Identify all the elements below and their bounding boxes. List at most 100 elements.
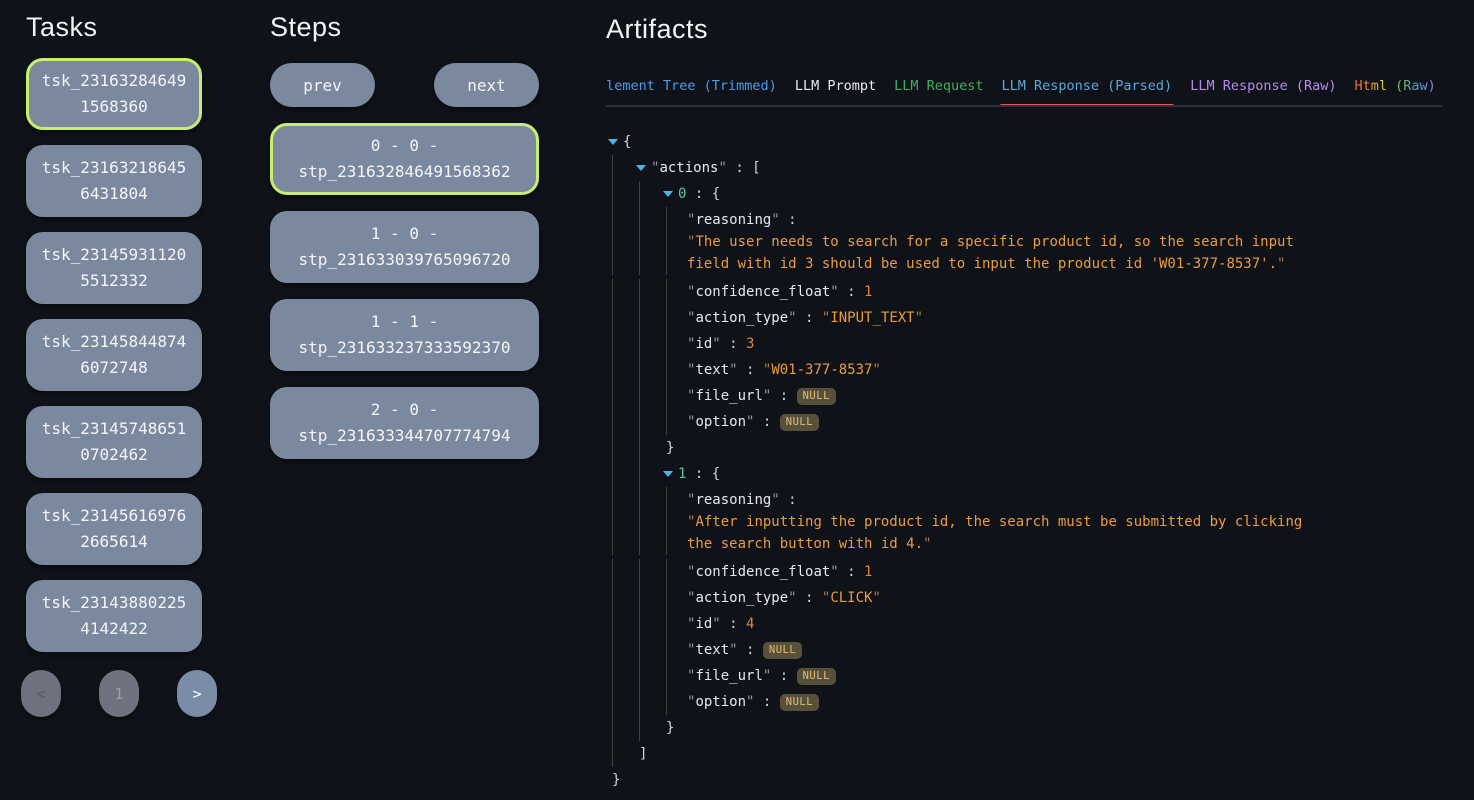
tab-llm-request[interactable]: LLM Request xyxy=(885,72,992,105)
indent-guide xyxy=(666,637,667,663)
json-line: "text" : NULL xyxy=(606,637,1442,663)
json-punctuation: : xyxy=(780,212,797,228)
json-number: 1 xyxy=(864,284,872,300)
null-badge: NULL xyxy=(797,668,836,685)
json-string: INPUT_TEXT xyxy=(830,310,914,326)
indent-guide xyxy=(666,409,667,435)
indent-guide xyxy=(639,637,640,663)
indent-guide xyxy=(666,511,667,555)
indent-guide xyxy=(639,181,640,207)
json-line: "file_url" : NULL xyxy=(606,383,1442,409)
indent-guide xyxy=(666,207,667,233)
tab-llm-response-raw[interactable]: LLM Response (Raw) xyxy=(1181,72,1345,105)
json-number: 4 xyxy=(746,616,754,632)
json-key: action_type xyxy=(695,590,788,606)
json-line: "action_type" : "INPUT_TEXT" xyxy=(606,305,1442,331)
task-button[interactable]: tsk_231458448746072748 xyxy=(26,319,202,391)
json-line: } xyxy=(606,715,1442,741)
indent-guide xyxy=(612,279,613,305)
pagination-prev-button[interactable]: < xyxy=(21,670,61,717)
collapse-toggle-icon[interactable] xyxy=(608,139,618,145)
task-button[interactable]: tsk_231632186456431804 xyxy=(26,145,202,217)
json-line: "option" : NULL xyxy=(606,689,1442,715)
tab-llm-prompt[interactable]: LLM Prompt xyxy=(786,72,885,105)
json-punctuation: { xyxy=(623,134,631,150)
step-button[interactable]: 2 - 0 - stp_231633344707774794 xyxy=(270,387,539,459)
indent-guide xyxy=(639,207,640,233)
indent-guide xyxy=(639,357,640,383)
collapse-toggle-icon[interactable] xyxy=(663,471,673,477)
json-key-quote: " xyxy=(788,310,796,326)
task-button[interactable]: tsk_231438802254142422 xyxy=(26,580,202,652)
json-key: option xyxy=(695,414,746,430)
null-badge: NULL xyxy=(780,414,819,431)
json-line: 1 : { xyxy=(606,461,1442,487)
indent-guide xyxy=(612,741,613,767)
task-button[interactable]: tsk_231459311205512332 xyxy=(26,232,202,304)
indent-guide xyxy=(612,357,613,383)
json-line: "confidence_float" : 1 xyxy=(606,279,1442,305)
indent-guide xyxy=(639,559,640,585)
tab-html-raw[interactable]: Html (Raw) xyxy=(1346,72,1443,105)
indent-guide xyxy=(612,637,613,663)
tab-llm-response-parsed[interactable]: LLM Response (Parsed) xyxy=(993,72,1182,105)
indent-guide xyxy=(666,585,667,611)
indent-guide xyxy=(639,305,640,331)
indent-guide xyxy=(639,487,640,513)
json-line: "file_url" : NULL xyxy=(606,663,1442,689)
tab-element-tree-trimmed[interactable]: Element Tree (Trimmed) xyxy=(606,72,786,105)
json-punctuation: ] xyxy=(639,746,647,762)
task-button[interactable]: tsk_231632846491568360 xyxy=(26,58,202,130)
indent-guide xyxy=(612,409,613,435)
json-string: W01-377-8537 xyxy=(771,362,872,378)
indent-guide xyxy=(612,181,613,207)
json-punctuation: } xyxy=(612,772,620,788)
indent-guide xyxy=(639,511,640,555)
json-key-quote: " xyxy=(712,616,720,632)
tasks-title: Tasks xyxy=(26,12,202,43)
prev-step-button[interactable]: prev xyxy=(270,63,375,107)
next-step-button[interactable]: next xyxy=(434,63,539,107)
indent-guide xyxy=(639,585,640,611)
step-button[interactable]: 1 - 0 - stp_231633039765096720 xyxy=(270,211,539,283)
json-line: "actions" : [ xyxy=(606,155,1442,181)
json-string-quote: " xyxy=(923,536,931,552)
indent-guide xyxy=(666,357,667,383)
indent-guide xyxy=(639,409,640,435)
step-button[interactable]: 0 - 0 - stp_231632846491568362 xyxy=(270,123,539,195)
step-button[interactable]: 1 - 1 - stp_231633237333592370 xyxy=(270,299,539,371)
json-string-quote: " xyxy=(915,310,923,326)
indent-guide xyxy=(666,689,667,715)
json-punctuation: : xyxy=(738,362,763,378)
json-string: After inputting the product id, the sear… xyxy=(687,514,1302,552)
json-line: "reasoning" : xyxy=(606,487,1442,513)
task-button[interactable]: tsk_231456169762665614 xyxy=(26,493,202,565)
json-key: id xyxy=(695,336,712,352)
indent-guide xyxy=(612,435,613,461)
indent-guide xyxy=(639,231,640,275)
indent-guide xyxy=(612,511,613,555)
indent-guide xyxy=(666,279,667,305)
collapse-toggle-icon[interactable] xyxy=(663,191,673,197)
tasks-pagination: < 1 > xyxy=(21,670,217,717)
indent-guide xyxy=(612,715,613,741)
json-punctuation: } xyxy=(666,720,674,736)
json-number: 1 xyxy=(864,564,872,580)
json-line: "id" : 4 xyxy=(606,611,1442,637)
indent-guide xyxy=(612,487,613,513)
pagination-next-button[interactable]: > xyxy=(177,670,217,717)
json-punctuation: : xyxy=(738,642,763,658)
indent-guide xyxy=(666,331,667,357)
tasks-panel: Tasks tsk_231632846491568360 tsk_23163218… xyxy=(26,12,202,717)
pagination-page-button[interactable]: 1 xyxy=(99,670,139,717)
json-string-value-line: "The user needs to search for a specific… xyxy=(606,231,1336,275)
null-badge: NULL xyxy=(763,642,802,659)
task-button[interactable]: tsk_231457486510702462 xyxy=(26,406,202,478)
indent-guide xyxy=(612,559,613,585)
artifacts-tabbar: Element Tree (Trimmed)LLM PromptLLM Requ… xyxy=(606,72,1442,107)
json-line: ] xyxy=(606,741,1442,767)
json-line: "id" : 3 xyxy=(606,331,1442,357)
collapse-toggle-icon[interactable] xyxy=(636,165,646,171)
json-key: text xyxy=(695,362,729,378)
artifacts-panel: Artifacts Element Tree (Trimmed)LLM Prom… xyxy=(606,10,1442,793)
